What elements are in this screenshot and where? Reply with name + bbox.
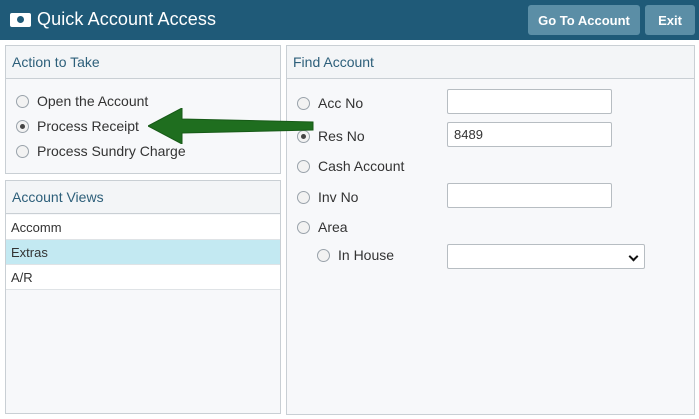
list-item-accomm[interactable]: Accomm [6, 215, 280, 240]
account-views-panel: Account Views Accomm Extras A/R [5, 180, 281, 414]
res-no-label: Res No [318, 128, 365, 144]
find-account-header: Find Account [287, 46, 694, 79]
open-account-option[interactable]: Open the Account [16, 93, 148, 109]
inv-no-radio[interactable] [297, 190, 310, 204]
inv-no-label: Inv No [318, 189, 359, 205]
cash-account-radio[interactable] [297, 159, 310, 173]
open-account-radio[interactable] [16, 94, 29, 108]
process-receipt-radio[interactable] [16, 119, 29, 133]
process-sundry-charge-label: Process Sundry Charge [37, 143, 186, 159]
list-item-extras[interactable]: Extras [6, 240, 280, 265]
area-label: Area [318, 219, 348, 235]
window-title: Quick Account Access [37, 9, 217, 29]
process-receipt-label: Process Receipt [37, 118, 139, 134]
chevron-down-icon [628, 251, 639, 262]
acc-no-label: Acc No [318, 95, 364, 111]
res-no-input[interactable] [447, 122, 612, 147]
title-bar: Quick Account Access Go To Account Exit [0, 0, 699, 40]
area-radio[interactable] [297, 220, 310, 234]
area-option[interactable]: Area [297, 219, 348, 235]
arrow-left-icon [148, 108, 314, 144]
cash-icon [10, 13, 31, 27]
process-sundry-charge-option[interactable]: Process Sundry Charge [16, 143, 186, 159]
cash-account-option[interactable]: Cash Account [297, 158, 404, 174]
in-house-label: In House [338, 247, 395, 263]
go-to-account-button[interactable]: Go To Account [528, 5, 640, 35]
cash-account-label: Cash Account [318, 158, 405, 174]
acc-no-input[interactable] [447, 89, 612, 114]
in-house-radio[interactable] [317, 248, 330, 262]
process-receipt-option[interactable]: Process Receipt [16, 118, 139, 134]
account-views-header: Account Views [6, 181, 280, 214]
list-item-ar[interactable]: A/R [6, 265, 280, 290]
action-panel-header: Action to Take [6, 46, 280, 79]
exit-button[interactable]: Exit [645, 5, 695, 35]
open-account-label: Open the Account [37, 93, 149, 109]
inv-no-input[interactable] [447, 183, 612, 208]
find-account-panel: Find Account Acc No Res No Cash Account … [286, 45, 695, 415]
in-house-select[interactable] [447, 244, 645, 269]
inv-no-option[interactable]: Inv No [297, 189, 358, 205]
in-house-option[interactable]: In House [317, 247, 394, 263]
process-sundry-charge-radio[interactable] [16, 144, 29, 158]
